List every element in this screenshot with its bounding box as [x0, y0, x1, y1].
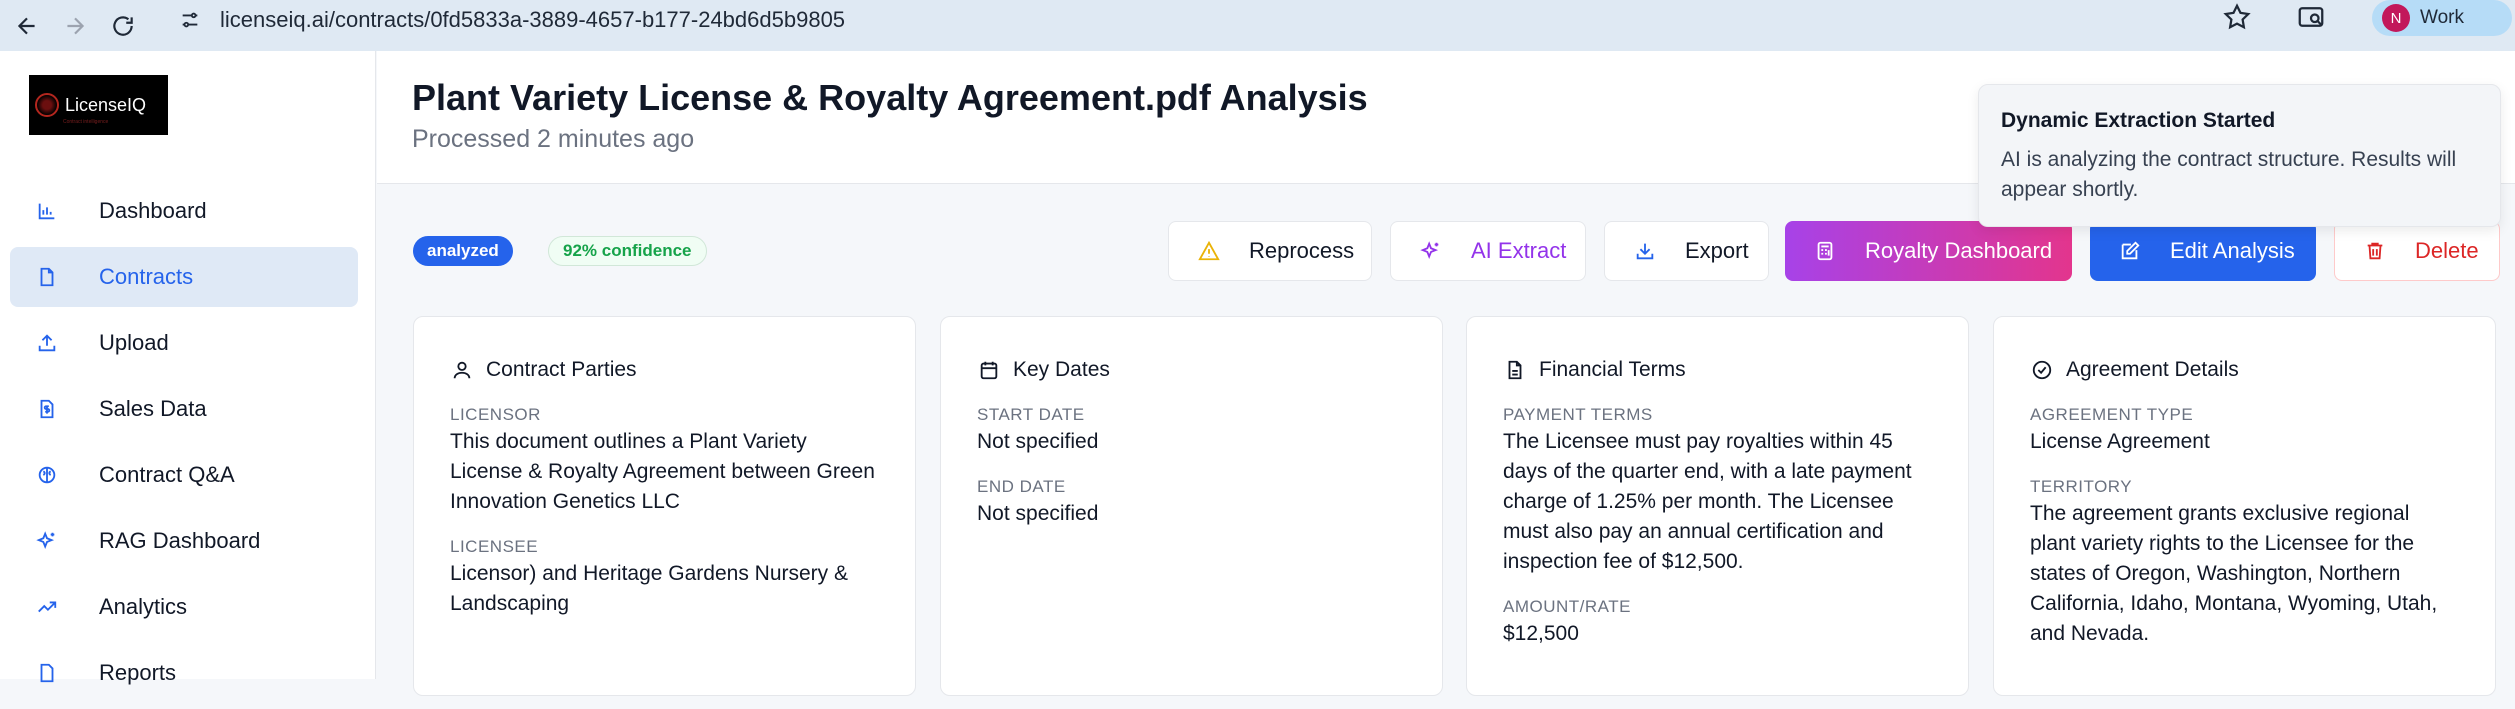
- delete-button[interactable]: Delete: [2334, 221, 2500, 281]
- agreement-type-value: License Agreement: [2030, 430, 2210, 453]
- sidebar-item-label: Dashboard: [99, 198, 207, 223]
- browser-toolbar: licenseiq.ai/contracts/0fd5833a-3889-465…: [0, 0, 2515, 51]
- avatar: N: [2382, 4, 2410, 32]
- sidebar-item-label: Reports: [99, 660, 177, 685]
- site-settings-icon[interactable]: [170, 0, 210, 40]
- end-date-value: Not specified: [977, 502, 1099, 525]
- sidebar-item-label: Contracts: [99, 264, 194, 289]
- sidebar-item-label: Contract Q&A: [99, 462, 235, 487]
- processed-time: Processed 2 minutes ago: [412, 125, 695, 153]
- start-date-value: Not specified: [977, 430, 1099, 453]
- logo-tagline: Contract intelligence: [63, 119, 109, 125]
- territory-value: The agreement grants exclusive regional …: [2030, 502, 2438, 645]
- tab-search-icon[interactable]: [2296, 2, 2332, 38]
- licensor-value: This document outlines a Plant Variety L…: [450, 430, 875, 513]
- document-icon: [1503, 358, 1527, 382]
- end-date-label: END DATE: [977, 477, 1066, 496]
- reprocess-label: Reprocess: [1249, 238, 1355, 263]
- licensor-label: LICENSOR: [450, 405, 541, 424]
- sidebar-item-sales-data[interactable]: Sales Data: [10, 379, 358, 439]
- licensee-label: LICENSEE: [450, 537, 539, 556]
- agreement-type-label: AGREEMENT TYPE: [2030, 405, 2194, 424]
- user-icon: [450, 358, 474, 382]
- start-date-label: START DATE: [977, 405, 1085, 424]
- sidebar-item-label: Sales Data: [99, 396, 207, 421]
- forward-icon[interactable]: [54, 5, 96, 47]
- sidebar: LicenseIQ Contract intelligence Dashboar…: [0, 51, 376, 685]
- profile-button[interactable]: N Work: [2372, 0, 2512, 36]
- contract-parties-card: Contract Parties LICENSOR This document …: [413, 316, 916, 696]
- payment-terms-label: PAYMENT TERMS: [1503, 405, 1653, 424]
- sparkles-icon: [35, 529, 59, 553]
- sidebar-item-upload[interactable]: Upload: [10, 313, 358, 373]
- ai-extract-button[interactable]: AI Extract: [1390, 221, 1586, 281]
- sidebar-item-rag-dashboard[interactable]: RAG Dashboard: [10, 511, 358, 571]
- calendar-icon: [977, 358, 1001, 382]
- sidebar-item-analytics[interactable]: Analytics: [10, 577, 358, 637]
- toast-message: AI is analyzing the contract structure. …: [2001, 148, 2457, 201]
- reload-icon[interactable]: [102, 5, 144, 47]
- export-button[interactable]: Export: [1604, 221, 1769, 281]
- card-title: Key Dates: [1013, 358, 1110, 381]
- address-bar[interactable]: licenseiq.ai/contracts/0fd5833a-3889-465…: [170, 0, 2230, 40]
- sidebar-item-label: Upload: [99, 330, 169, 355]
- confidence-badge: 92% confidence: [548, 236, 707, 266]
- reprocess-button[interactable]: Reprocess: [1168, 221, 1372, 281]
- sidebar-item-label: RAG Dashboard: [99, 528, 261, 553]
- card-title: Agreement Details: [2066, 358, 2239, 381]
- key-dates-card: Key Dates START DATE Not specified END D…: [940, 316, 1443, 696]
- sidebar-item-label: Analytics: [99, 594, 188, 619]
- profile-label: Work: [2420, 7, 2464, 28]
- upload-icon: [35, 331, 59, 355]
- brain-icon: [35, 463, 59, 487]
- territory-label: TERRITORY: [2030, 477, 2133, 496]
- file-icon: [35, 265, 59, 289]
- sidebar-item-reports[interactable]: Reports: [10, 643, 358, 703]
- amount-rate-label: AMOUNT/RATE: [1503, 597, 1631, 616]
- bookmark-star-icon[interactable]: [2222, 2, 2258, 38]
- logo-text: LicenseIQ: [65, 94, 147, 115]
- check-circle-icon: [2030, 358, 2054, 382]
- logo[interactable]: LicenseIQ Contract intelligence: [29, 75, 168, 135]
- ai-extract-label: AI Extract: [1471, 238, 1567, 263]
- trending-up-icon: [35, 595, 59, 619]
- url-text[interactable]: licenseiq.ai/contracts/0fd5833a-3889-465…: [220, 7, 845, 33]
- financial-terms-card: Financial Terms PAYMENT TERMS The Licens…: [1466, 316, 1969, 696]
- card-title: Financial Terms: [1539, 358, 1686, 381]
- bar-chart-icon: [35, 199, 59, 223]
- page-title: Plant Variety License & Royalty Agreemen…: [412, 77, 1368, 118]
- status-badge: analyzed: [413, 236, 513, 266]
- card-title: Contract Parties: [486, 358, 637, 381]
- agreement-details-card: Agreement Details AGREEMENT TYPE License…: [1993, 316, 2496, 696]
- download-icon: [1633, 239, 1657, 263]
- payment-terms-value: The Licensee must pay royalties within 4…: [1503, 430, 1912, 573]
- amount-rate-value: $12,500: [1503, 622, 1579, 645]
- export-label: Export: [1685, 238, 1749, 263]
- licensee-value: Licensor) and Heritage Gardens Nursery &…: [450, 562, 849, 615]
- warning-icon: [1197, 239, 1221, 263]
- sparkles-icon: [1419, 239, 1443, 263]
- notification-toast[interactable]: Dynamic Extraction Started AI is analyzi…: [1978, 84, 2501, 227]
- toast-title: Dynamic Extraction Started: [2001, 109, 2276, 132]
- sidebar-nav: Dashboard Contracts Upload Sales Data Co…: [10, 181, 358, 709]
- delete-label: Delete: [2415, 238, 2479, 263]
- sidebar-item-contracts[interactable]: Contracts: [10, 247, 358, 307]
- edit-icon: [2118, 239, 2142, 263]
- edit-analysis-button[interactable]: Edit Analysis: [2090, 221, 2316, 281]
- royalty-dashboard-label: Royalty Dashboard: [1865, 238, 2053, 263]
- sidebar-item-contract-qa[interactable]: Contract Q&A: [10, 445, 358, 505]
- trash-icon: [2363, 239, 2387, 263]
- report-icon: [35, 661, 59, 685]
- calculator-icon: [1813, 239, 1837, 263]
- royalty-dashboard-button[interactable]: Royalty Dashboard: [1785, 221, 2072, 281]
- dollar-file-icon: [35, 397, 59, 421]
- edit-analysis-label: Edit Analysis: [2170, 238, 2295, 263]
- back-icon[interactable]: [6, 5, 48, 47]
- fingerprint-logo-icon: [35, 93, 59, 117]
- sidebar-item-dashboard[interactable]: Dashboard: [10, 181, 358, 241]
